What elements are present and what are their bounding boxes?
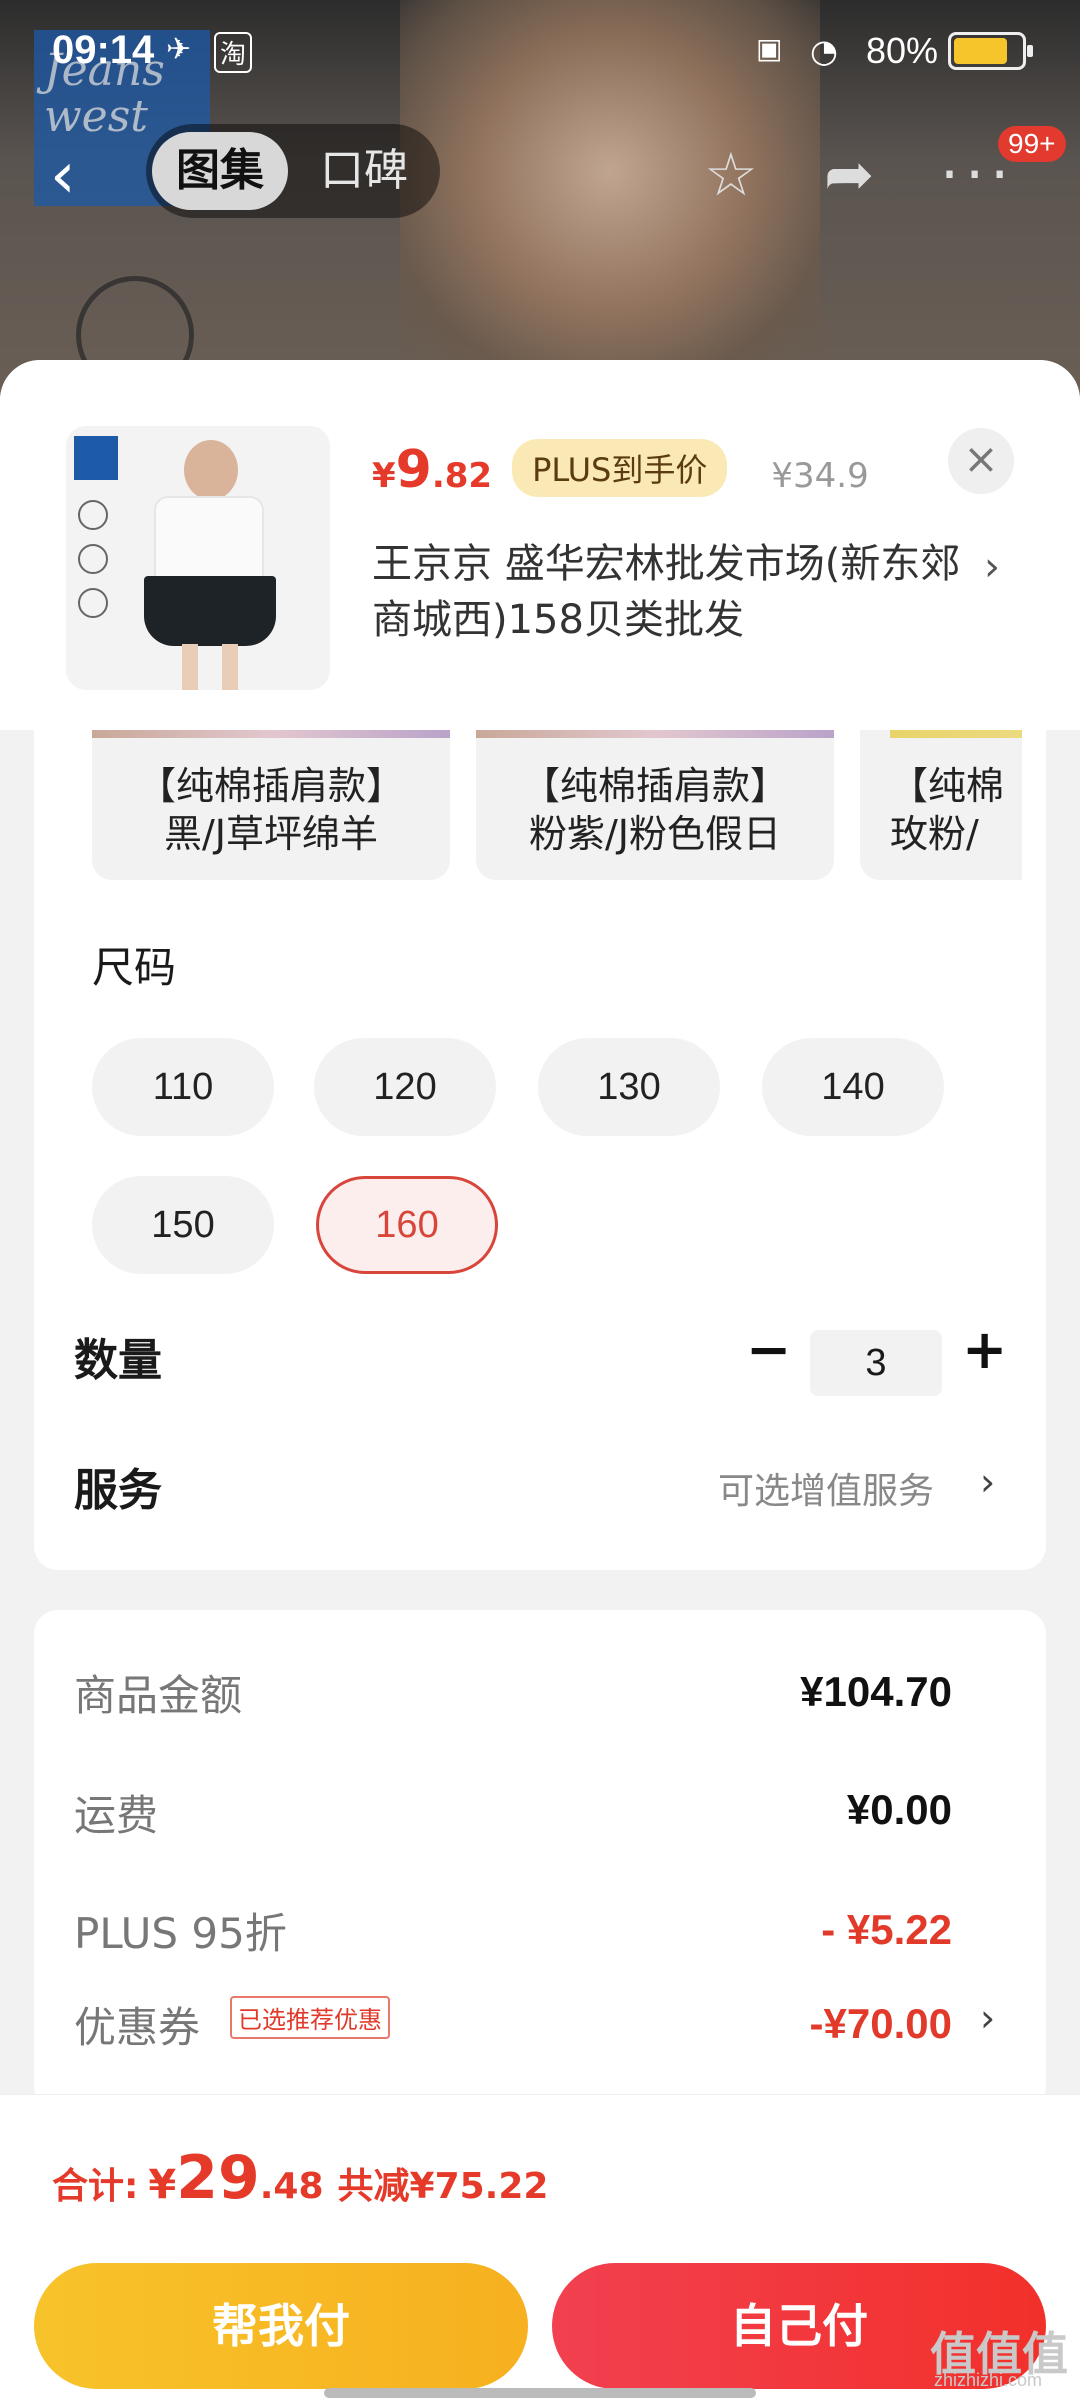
variant-option[interactable]: 【纯棉插肩款】 粉紫/J粉色假日 — [476, 730, 834, 880]
tab-gallery[interactable]: 图集 — [152, 132, 288, 210]
home-indicator[interactable] — [324, 2388, 756, 2398]
service-label: 服务 — [74, 1465, 162, 1516]
price-integer: 9 — [395, 440, 432, 500]
tab-reviews[interactable]: 口碑 — [296, 132, 432, 210]
service-value[interactable]: 可选增值服务 — [718, 1462, 934, 1514]
plus-discount-label: PLUS 95折 — [74, 1909, 287, 1958]
price-decimal: .82 — [431, 456, 493, 496]
message-count-badge: 99+ — [998, 126, 1066, 162]
sheet-header: ¥9.82 PLUS到手价 ¥34.9 × 王京京 盛华宏林批发市场(新东郊商城… — [0, 360, 1080, 730]
model-legs — [182, 644, 238, 690]
feature-icon — [78, 500, 108, 530]
model-head — [184, 440, 238, 500]
battery-icon — [948, 32, 1033, 70]
feature-icon — [78, 544, 108, 574]
variant-color: 玫粉/ — [890, 812, 979, 856]
quantity-increase-button[interactable]: + — [962, 1318, 1007, 1381]
battery-percent: 80% — [866, 30, 939, 71]
size-option-160-selected[interactable]: 160 — [316, 1176, 498, 1274]
plus-price: ¥9.82 — [372, 440, 492, 500]
chevron-right-icon[interactable]: › — [984, 544, 1000, 590]
coupon-value[interactable]: -¥70.00 — [810, 2000, 952, 2048]
size-option-120[interactable]: 120 — [314, 1038, 496, 1136]
goods-amount-label: 商品金额 — [74, 1671, 243, 1720]
share-icon[interactable]: ➦ — [824, 140, 874, 210]
coupon-label: 优惠券 — [74, 2003, 201, 2052]
total-decimal: .48 — [259, 2166, 324, 2207]
purchase-sheet: ¥9.82 PLUS到手价 ¥34.9 × 王京京 盛华宏林批发市场(新东郊商城… — [0, 360, 1080, 2400]
variant-style: 【纯棉 — [890, 764, 1005, 808]
product-thumbnail[interactable] — [66, 426, 330, 690]
original-price: ¥34.9 — [771, 456, 869, 496]
favorite-star-icon[interactable]: ☆ — [704, 140, 758, 210]
taobao-notification-icon: 淘 — [214, 32, 253, 73]
plus-discount-value: - ¥5.22 — [821, 1906, 952, 1953]
coupon-recommended-tag: 已选推荐优惠 — [230, 1996, 390, 2039]
model-shirt — [154, 496, 264, 580]
total-label: 合计: — [52, 2166, 139, 2207]
variant-list: 【纯棉插肩款】 黑/J草坪绵羊 【纯棉插肩款】 粉紫/J粉色假日 【纯棉 玫粉/ — [92, 730, 1022, 880]
variant-option[interactable]: 【纯棉 玫粉/ — [860, 730, 1022, 880]
size-option-110[interactable]: 110 — [92, 1038, 274, 1136]
size-label: 尺码 — [92, 943, 177, 992]
variant-image-strip — [92, 730, 450, 738]
total-integer: 29 — [176, 2143, 260, 2213]
total-saving: 共减¥75.22 — [337, 2166, 549, 2207]
size-option-130[interactable]: 130 — [538, 1038, 720, 1136]
variant-image-strip — [476, 730, 834, 738]
quantity-decrease-button[interactable]: − — [746, 1318, 791, 1381]
variant-color: 黑/J草坪绵羊 — [163, 812, 378, 856]
checkout-footer: 合计: ¥29.48 共减¥75.22 帮我付 自己付 — [0, 2094, 1080, 2400]
seller-address[interactable]: 王京京 盛华宏林批发市场(新东郊商城西)158贝类批发 — [372, 536, 972, 648]
total-row: 合计: ¥29.48 共减¥75.22 — [52, 2143, 548, 2213]
variant-style: 【纯棉插肩款】 — [137, 764, 404, 808]
size-option-140[interactable]: 140 — [762, 1038, 944, 1136]
model-skirt — [144, 576, 276, 646]
bird-notification-icon: ✈ — [166, 32, 192, 67]
close-button[interactable]: × — [948, 428, 1014, 494]
wifi-icon: ◔ — [810, 32, 838, 70]
price-breakdown-card: 商品金额 ¥104.70 运费 ¥0.00 PLUS 95折 - ¥5.22 优… — [34, 1610, 1046, 2110]
quantity-input[interactable]: 3 — [810, 1330, 942, 1396]
variant-color: 粉紫/J粉色假日 — [528, 812, 781, 856]
plus-price-tag: PLUS到手价 — [512, 439, 728, 497]
options-card: 【纯棉插肩款】 黑/J草坪绵羊 【纯棉插肩款】 粉紫/J粉色假日 【纯棉 玫粉/… — [34, 730, 1046, 1570]
watermark-url: zhizhizhi.com — [934, 2370, 1043, 2390]
total-currency: ¥ — [148, 2162, 177, 2208]
price-row: ¥9.82 PLUS到手价 ¥34.9 — [372, 439, 869, 510]
back-arrow-icon[interactable]: ‹ — [50, 144, 76, 208]
shipping-label: 运费 — [74, 1791, 159, 1840]
gallery-segmented-control: 图集 口碑 — [146, 124, 440, 218]
chevron-right-icon[interactable]: › — [980, 1996, 995, 2040]
variant-option[interactable]: 【纯棉插肩款】 黑/J草坪绵羊 — [92, 730, 450, 880]
variant-style: 【纯棉插肩款】 — [521, 764, 788, 808]
size-option-150[interactable]: 150 — [92, 1176, 274, 1274]
shipping-value: ¥0.00 — [846, 1786, 952, 1833]
chevron-right-icon[interactable]: › — [980, 1460, 995, 1504]
help-me-pay-button[interactable]: 帮我付 — [34, 2263, 528, 2389]
feature-icon — [78, 588, 108, 618]
battery-nub — [1027, 45, 1033, 57]
status-time: 09:14 — [52, 28, 155, 72]
thumbnail-brand-logo — [74, 436, 118, 480]
goods-amount-value: ¥104.70 — [800, 1668, 952, 1715]
sim-icon: ▣ — [756, 32, 783, 65]
battery-fill — [954, 38, 1007, 64]
product-top-nav: ‹ 图集 口碑 ☆ ➦ ··· — [0, 120, 1080, 230]
variant-image-strip — [890, 730, 1022, 738]
price-currency: ¥ — [372, 456, 396, 496]
status-bar: 09:14 ✈ 淘 ▣ ◔ 80% — [0, 0, 1080, 100]
quantity-label: 数量 — [74, 1335, 162, 1386]
